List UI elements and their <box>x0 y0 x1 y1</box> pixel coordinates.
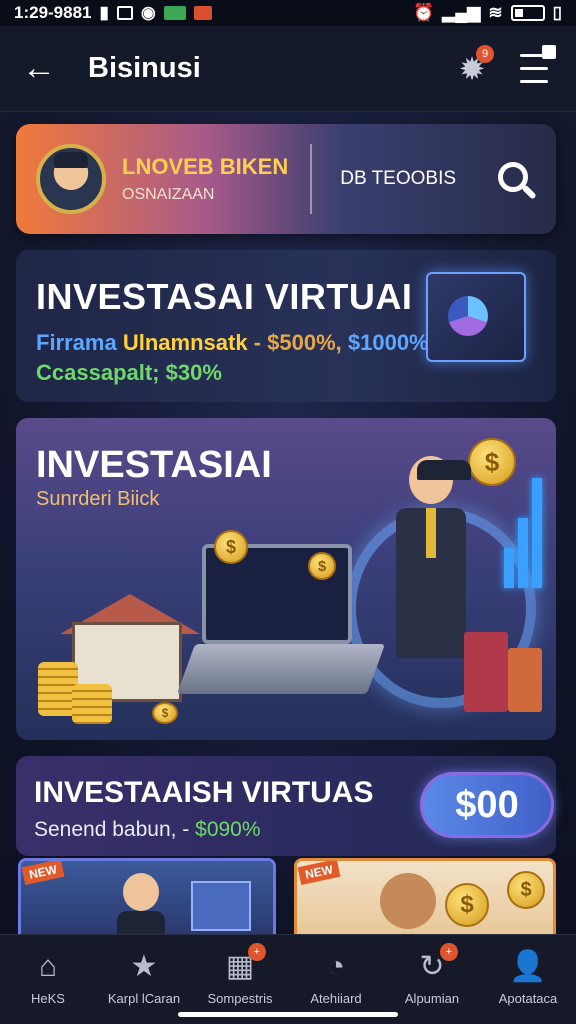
investment-thumbnail[interactable]: NEW $ $ <box>294 858 556 934</box>
investment-banner[interactable]: INVESTASAI VIRTUAI Firrama Ulnamnsatk - … <box>16 250 556 402</box>
search-icon <box>498 161 528 192</box>
hero-subtitle: Sunrderi Biick <box>36 488 160 510</box>
profile-name: LNOVEB BIKEN <box>122 154 289 179</box>
rate-label-1: Firrama <box>36 330 117 355</box>
profile-label: DB TEOOBIS <box>340 168 457 189</box>
avatar <box>36 144 106 214</box>
nav-item-dashboard[interactable]: ◔ Atehiiard <box>288 935 384 1024</box>
home-indicator[interactable] <box>178 1012 398 1017</box>
menu-button[interactable]: 9 <box>514 44 556 89</box>
star-icon: ★ <box>130 950 158 983</box>
status-bar: 1:29-9881 ▮ ◉ ⏰ ▂▄▆ ≋ ▯ <box>0 0 576 26</box>
rate-value-1: - $500%, <box>253 330 342 355</box>
nav-label: HeKS <box>31 991 65 1006</box>
settings-badge: 9 <box>476 44 494 63</box>
home-icon: ⌂ <box>38 950 58 983</box>
nav-item-favorites[interactable]: ★ Karpl lCaran <box>96 935 192 1024</box>
briefcase-illustration <box>464 632 508 712</box>
nav-item-home[interactable]: ⌂ HeKS <box>0 935 96 1024</box>
investment-thumbnail[interactable]: NEW <box>18 858 276 934</box>
profile-text: LNOVEB BIKEN OSNAIZAAN <box>122 154 288 204</box>
laptop-keyboard-illustration <box>176 644 386 694</box>
settings-button[interactable]: ✹ 9 <box>452 44 494 89</box>
bar-chart-illustration <box>500 478 542 588</box>
user-icon: 👤 <box>509 950 547 983</box>
storage-icon: ▯ <box>552 3 562 22</box>
hero-illustration-card[interactable]: $ $ $ $ INVESTASIAI Sunrderi Biick <box>16 418 556 740</box>
amount-button[interactable]: $00 <box>420 772 554 838</box>
coin-stack-illustration <box>72 684 112 724</box>
nav-label: Sompestris <box>207 991 273 1006</box>
nav-label: Alpumian <box>404 991 460 1006</box>
back-button[interactable]: ← <box>22 49 66 88</box>
nav-badge: + <box>247 943 266 961</box>
app-notification-icon: ◉ <box>140 3 156 22</box>
offer-subtitle-amount: $090% <box>195 818 261 841</box>
rate-value-2: $1000% <box>347 330 429 355</box>
new-tag: NEW <box>297 861 341 885</box>
briefcase-illustration <box>508 648 542 712</box>
businessman-illustration <box>396 442 471 672</box>
profile-divider <box>310 144 313 214</box>
nav-badge: + <box>439 943 458 961</box>
person-photo <box>373 861 443 934</box>
message-icon <box>163 6 186 20</box>
offer-subtitle-prefix: Senend babun, - <box>34 818 190 841</box>
menu-icon-line <box>520 80 548 84</box>
coin-icon: $ <box>214 530 248 564</box>
nav-item-profile[interactable]: 👤 Apotataca <box>480 935 576 1024</box>
nav-label: Apotataca <box>498 991 558 1006</box>
menu-badge: 9 <box>542 44 556 59</box>
virtual-investment-offer[interactable]: INVESTAAISH VIRTUAS Senend babun, - $090… <box>16 756 556 856</box>
nav-item-schedule[interactable]: ▦ + Sompestris <box>192 935 288 1024</box>
coin-icon: $ <box>152 702 178 724</box>
rate-label-2: Ulnamnsatk <box>122 330 248 355</box>
search-button[interactable] <box>490 157 536 202</box>
server-illustration <box>426 272 526 362</box>
coin-icon: $ <box>445 883 489 927</box>
status-time: 1:29-9881 <box>14 3 92 22</box>
profile-subtitle: OSNAIZAAN <box>122 186 215 203</box>
cell-signal-icon: ▂▄▆ <box>442 3 481 22</box>
nav-label: Karpl lCaran <box>107 991 181 1006</box>
nav-item-sync[interactable]: ↻ + Alpumian <box>384 935 480 1024</box>
businessman-illustration <box>117 861 165 934</box>
signal-icon: ▮ <box>99 3 109 22</box>
coin-icon: $ <box>308 552 336 580</box>
alert-icon <box>193 6 212 20</box>
app-header: ← Bisinusi ✹ 9 9 <box>0 26 576 112</box>
menu-icon-line <box>520 66 548 71</box>
profile-card[interactable]: LNOVEB BIKEN OSNAIZAAN DB TEOOBIS <box>16 124 556 234</box>
nav-label: Atehiiard <box>310 991 362 1006</box>
bottom-navigation: ⌂ HeKS ★ Karpl lCaran ▦ + Sompestris ◔ A… <box>0 934 576 1024</box>
coin-icon: $ <box>507 871 545 909</box>
new-tag: NEW <box>21 861 65 885</box>
page-title: Bisinusi <box>88 52 201 84</box>
alarm-icon: ⏰ <box>413 3 435 22</box>
chart-building-illustration <box>191 881 251 931</box>
notification-icon <box>116 6 133 20</box>
hero-title: INVESTASIAI <box>36 444 272 486</box>
speedometer-icon: ◔ <box>326 950 346 983</box>
battery-icon <box>510 5 545 21</box>
banner-rate-line2: Ccassapalt; $30% <box>36 360 222 385</box>
wifi-icon: ≋ <box>488 3 503 22</box>
